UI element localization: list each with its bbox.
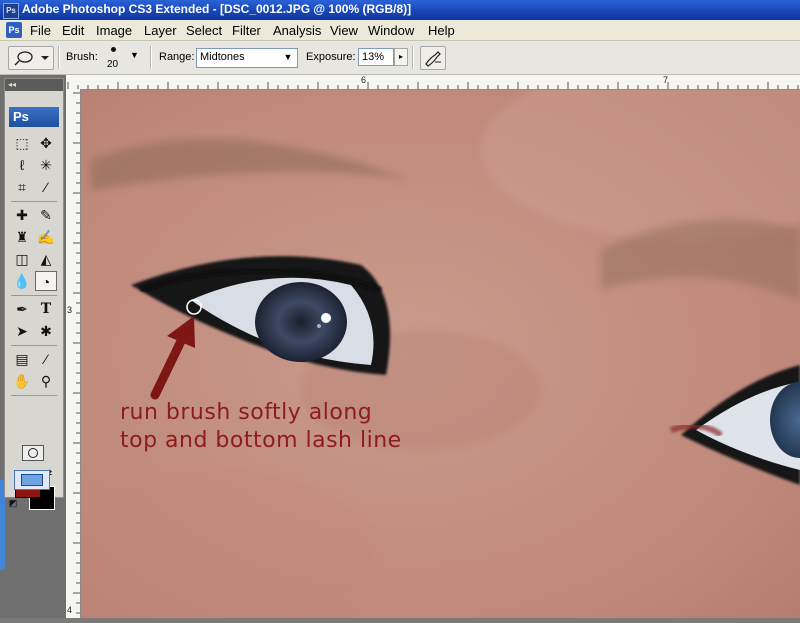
document-icon[interactable]: Ps xyxy=(6,22,22,38)
eraser-tool-icon[interactable]: ◫ xyxy=(11,249,33,269)
brush-tool-icon[interactable]: ✎ xyxy=(35,205,57,225)
menu-bar: Ps File Edit Image Layer Select Filter A… xyxy=(0,20,800,41)
annotation-text-line1: run brush softly along xyxy=(120,400,373,425)
lasso-tool-icon[interactable]: ℓ xyxy=(11,155,33,175)
brush-tip-icon xyxy=(111,47,116,52)
marquee-tool-icon[interactable]: ⬚ xyxy=(11,133,33,153)
history-brush-tool-icon[interactable]: ✍ xyxy=(35,227,57,247)
photoshop-logo: Ps xyxy=(9,107,59,127)
screen-mode-button[interactable] xyxy=(14,470,50,490)
custom-shape-tool-icon[interactable]: ✱ xyxy=(35,321,57,341)
exposure-value: 13% xyxy=(362,51,385,63)
dodge-tool-icon xyxy=(14,51,49,66)
hand-tool-icon[interactable]: ✋ xyxy=(11,371,33,391)
airbrush-icon xyxy=(425,51,441,67)
notes-tool-icon[interactable]: ▤ xyxy=(11,349,33,369)
eyedropper-tool-icon[interactable]: ⁄ xyxy=(35,177,57,197)
blur-tool-icon[interactable]: 💧 xyxy=(11,271,33,291)
clone-stamp-tool-icon[interactable]: ♜ xyxy=(11,227,33,247)
color-sampler-tool-icon[interactable]: ⁄ xyxy=(35,349,57,369)
type-tool-icon[interactable]: T xyxy=(35,299,57,319)
annotation-text-line2: top and bottom lash line xyxy=(120,428,402,453)
tool-preset-picker[interactable] xyxy=(8,46,54,70)
default-colors-icon[interactable]: ◩ xyxy=(7,497,19,509)
pen-tool-icon[interactable]: ✒ xyxy=(11,299,33,319)
window-title: Adobe Photoshop CS3 Extended - [DSC_0012… xyxy=(22,2,412,16)
toolbox-divider xyxy=(11,295,57,296)
ruler-mark: 7 xyxy=(663,75,669,85)
dodge-tool-icon[interactable]: ◔ xyxy=(35,271,57,291)
menu-file[interactable]: File xyxy=(30,23,51,38)
path-selection-tool-icon[interactable]: ➤ xyxy=(11,321,33,341)
exposure-field[interactable]: 13% xyxy=(358,48,394,66)
paint-bucket-tool-icon[interactable]: ◭ xyxy=(35,249,57,269)
chevron-down-icon: ▼ xyxy=(130,50,139,60)
collapse-toolbox-icon[interactable]: ◂◂ xyxy=(5,79,63,91)
quick-mask-button[interactable] xyxy=(22,445,44,461)
exposure-label: Exposure: xyxy=(306,51,356,63)
magic-wand-tool-icon[interactable]: ✳ xyxy=(35,155,57,175)
vertical-ruler: 3 4 xyxy=(66,89,81,618)
ruler-mark: 6 xyxy=(361,75,367,85)
ruler-ticks xyxy=(67,82,799,89)
menu-filter[interactable]: Filter xyxy=(232,23,261,38)
options-separator xyxy=(150,46,152,69)
menu-analysis[interactable]: Analysis xyxy=(273,23,321,38)
menu-window[interactable]: Window xyxy=(368,23,414,38)
range-value: Midtones xyxy=(200,51,245,63)
options-separator xyxy=(412,46,414,69)
menu-edit[interactable]: Edit xyxy=(62,23,84,38)
screen-mode-icon xyxy=(21,474,43,486)
range-label: Range: xyxy=(159,51,195,63)
ruler-mark: 3 xyxy=(67,305,73,315)
menu-layer[interactable]: Layer xyxy=(144,23,177,38)
chevron-down-icon: ▼ xyxy=(283,52,293,62)
brush-picker[interactable]: 20 ▼ xyxy=(102,45,140,71)
healing-brush-tool-icon[interactable]: ✚ xyxy=(11,205,33,225)
document-canvas[interactable]: run brush softly along top and bottom la… xyxy=(81,90,800,618)
crop-tool-icon[interactable]: ⌗ xyxy=(11,177,33,197)
title-bar: Ps Adobe Photoshop CS3 Extended - [DSC_0… xyxy=(0,0,800,20)
ruler-ticks xyxy=(73,92,80,614)
quick-mask-icon xyxy=(28,448,38,458)
options-separator xyxy=(58,46,60,69)
brush-label: Brush: xyxy=(66,51,98,63)
move-tool-icon[interactable]: ✥ xyxy=(35,133,57,153)
toolbox-divider xyxy=(11,201,57,202)
photo-closeup-of-eyes xyxy=(81,90,800,618)
ruler-mark: 4 xyxy=(67,605,73,615)
menu-image[interactable]: Image xyxy=(96,23,132,38)
brush-size: 20 xyxy=(107,59,119,70)
menu-select[interactable]: Select xyxy=(186,23,222,38)
menu-help[interactable]: Help xyxy=(428,23,455,38)
menu-view[interactable]: View xyxy=(330,23,358,38)
exposure-slider-toggle[interactable]: ▸ xyxy=(394,48,408,66)
toolbox-divider xyxy=(11,395,57,396)
toolbox: ◂◂ Ps ⬚ ✥ ℓ ✳ ⌗ ⁄ ✚ ✎ ♜ ✍ ◫ ◭ 💧 ◔ ✒ T ➤ … xyxy=(4,78,64,510)
airbrush-toggle[interactable] xyxy=(420,46,446,70)
tool-options-bar: Brush: 20 ▼ Range: Midtones ▼ Exposure: … xyxy=(0,41,800,75)
zoom-tool-icon[interactable]: ⚲ xyxy=(35,371,57,391)
toolbox-divider xyxy=(11,345,57,346)
range-select[interactable]: Midtones ▼ xyxy=(196,48,298,68)
photoshop-app-icon: Ps xyxy=(3,3,19,19)
horizontal-ruler: 6 7 xyxy=(66,75,800,90)
